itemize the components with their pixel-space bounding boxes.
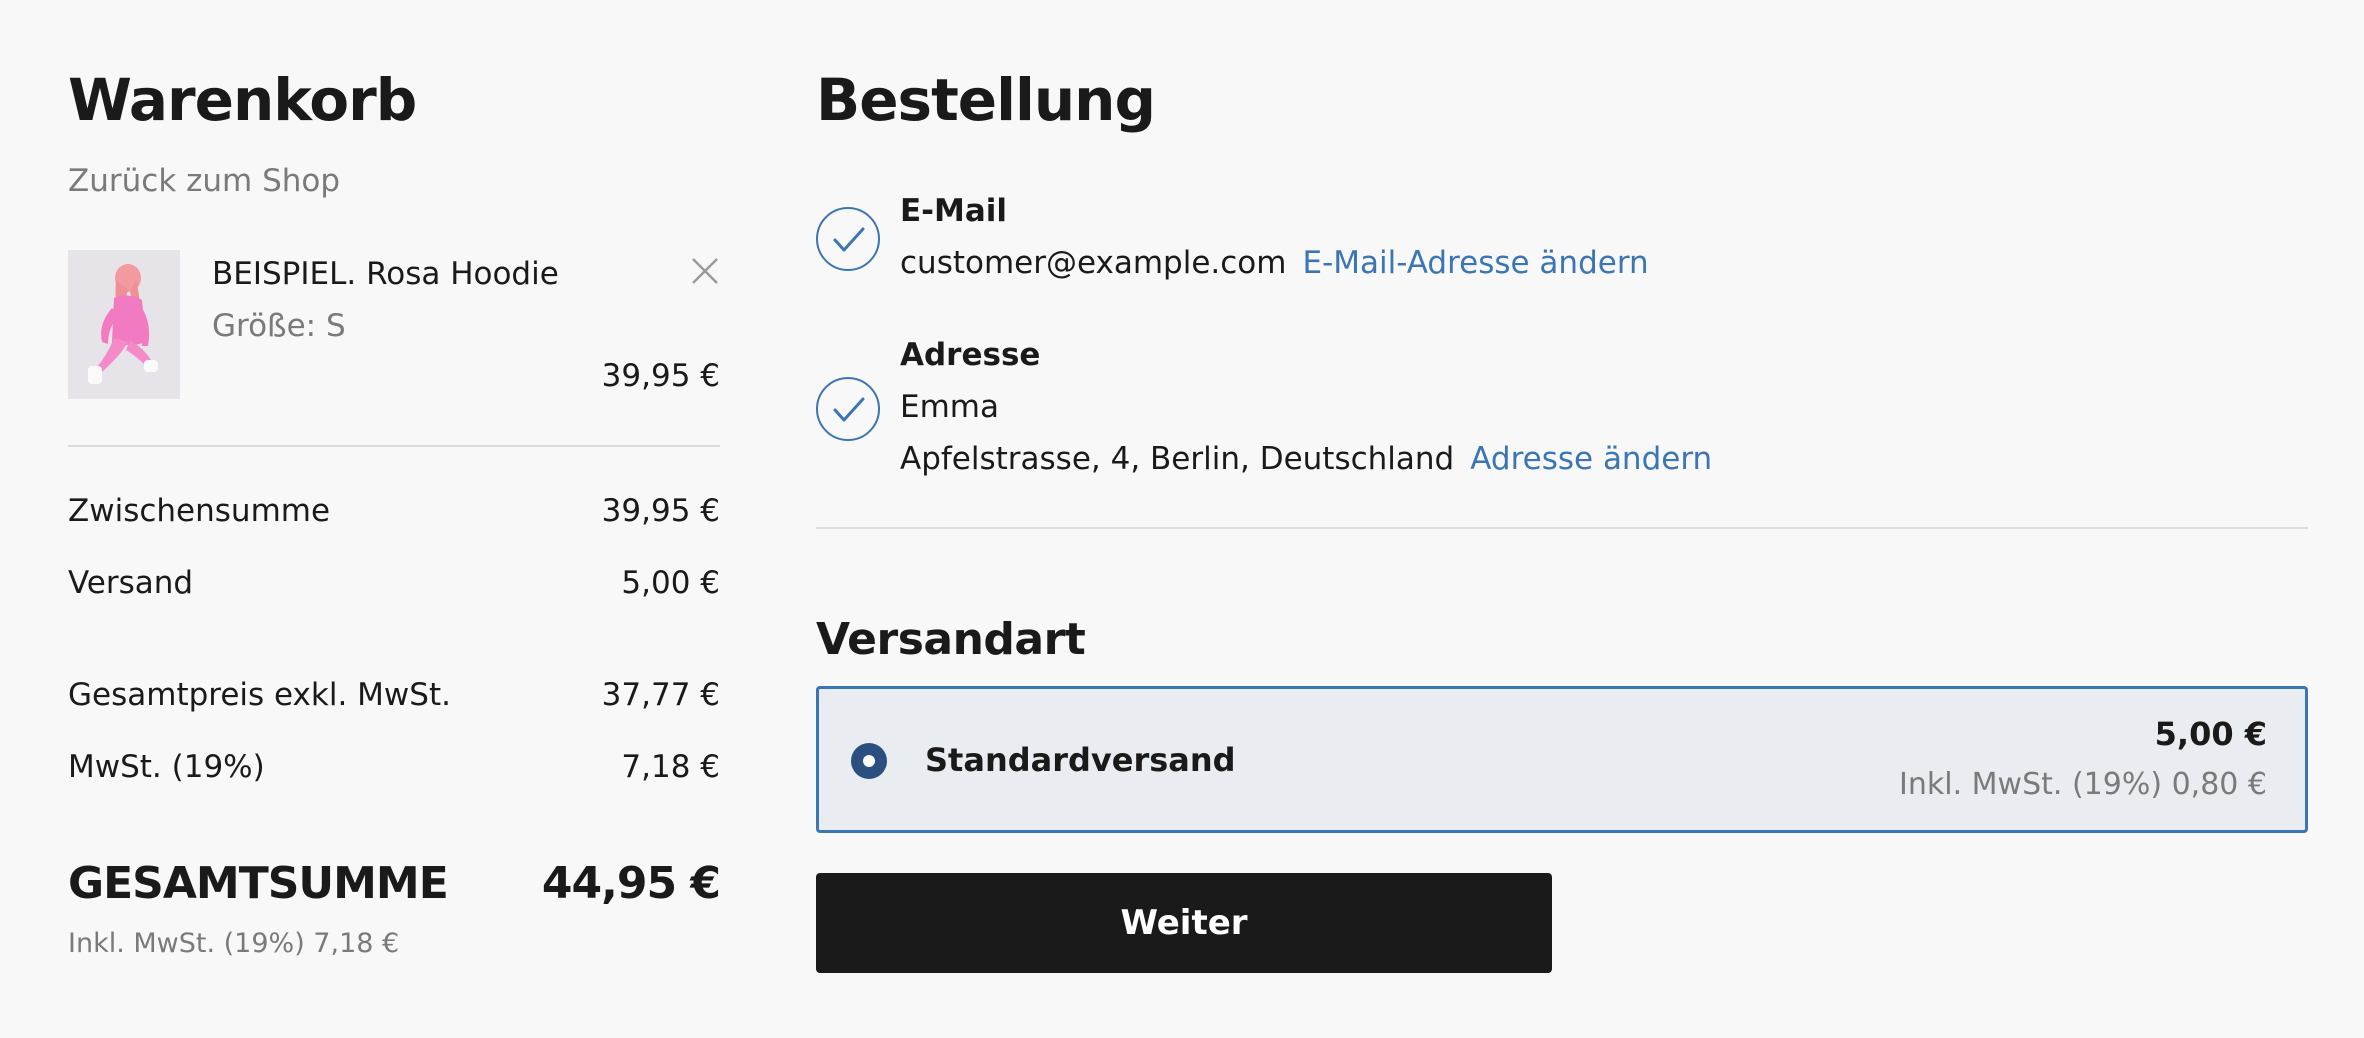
shipping-row: Versand 5,00 €: [68, 565, 720, 605]
item-price: 39,95 €: [601, 358, 720, 394]
email-row: customer@example.com E-Mail-Adresse änder…: [900, 245, 1649, 281]
grand-total-label: GESAMTSUMME: [68, 858, 449, 909]
subtotal-value: 39,95 €: [601, 493, 720, 529]
address-street: Apfelstrasse, 4, Berlin, Deutschland: [900, 441, 1455, 477]
change-address-link[interactable]: Adresse ändern: [1470, 441, 1712, 477]
vat-row: MwSt. (19%) 7,18 €: [68, 749, 720, 789]
subtotal-row: Zwischensumme 39,95 €: [68, 493, 720, 533]
change-email-link[interactable]: E-Mail-Adresse ändern: [1302, 245, 1648, 281]
email-value: customer@example.com: [900, 245, 1287, 281]
grand-total-row: GESAMTSUMME 44,95 €: [68, 858, 721, 918]
check-icon: [816, 207, 880, 271]
grand-total-value: 44,95 €: [541, 858, 721, 909]
subtotal-label: Zwischensumme: [68, 493, 331, 529]
cart-divider: [68, 445, 720, 447]
vat-label: MwSt. (19%): [68, 749, 265, 785]
back-to-shop-link[interactable]: Zurück zum Shop: [68, 163, 340, 199]
shipping-option-name: Standardversand: [925, 741, 1236, 779]
shipping-value: 5,00 €: [621, 565, 720, 601]
order-divider: [816, 527, 2308, 529]
address-row: Apfelstrasse, 4, Berlin, Deutschland Adre…: [900, 441, 1712, 477]
net-total-value: 37,77 €: [601, 677, 720, 713]
net-total-row: Gesamtpreis exkl. MwSt. 37,77 €: [68, 677, 720, 717]
item-name: BEISPIEL. Rosa Hoodie: [212, 256, 559, 292]
remove-item-button[interactable]: [690, 256, 720, 286]
grand-total-tax-note: Inkl. MwSt. (19%) 7,18 €: [68, 928, 400, 959]
cart-item: BEISPIEL. Rosa Hoodie Größe: S 39,95 €: [68, 250, 720, 400]
cart-title: Warenkorb: [68, 66, 417, 134]
shipping-label: Versand: [68, 565, 194, 601]
radio-selected-icon[interactable]: [851, 743, 887, 779]
product-image: [68, 250, 180, 399]
shipping-method-title: Versandart: [816, 614, 1086, 665]
address-name: Emma: [900, 389, 999, 425]
shipping-option-tax: Inkl. MwSt. (19%) 0,80 €: [1899, 767, 2267, 802]
item-size: Größe: S: [212, 308, 346, 344]
close-icon: [690, 258, 720, 290]
order-panel: Bestellung E-Mail customer@example.com E-…: [816, 0, 2308, 1038]
email-label: E-Mail: [900, 193, 1008, 229]
continue-button[interactable]: Weiter: [816, 873, 1552, 973]
cart-panel: Warenkorb Zurück zum Shop BEISPIEL. Rosa…: [68, 0, 721, 1038]
vat-value: 7,18 €: [621, 749, 720, 785]
net-total-label: Gesamtpreis exkl. MwSt.: [68, 677, 451, 713]
check-icon: [816, 377, 880, 441]
shipping-option-price: 5,00 €: [2154, 715, 2267, 753]
address-label: Adresse: [900, 337, 1041, 373]
order-title: Bestellung: [816, 66, 1156, 134]
shipping-option-standard[interactable]: Standardversand 5,00 € Inkl. MwSt. (19%)…: [816, 686, 2308, 833]
